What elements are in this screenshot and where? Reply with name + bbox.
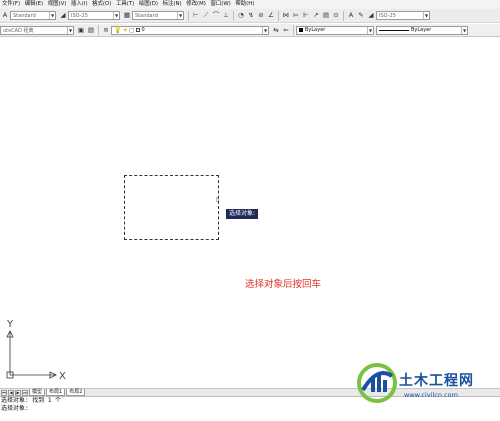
- radius-icon[interactable]: ◔: [237, 12, 245, 20]
- aligned-dimension-icon[interactable]: ⟋: [202, 12, 210, 20]
- menu-format[interactable]: 格式(O): [91, 0, 115, 9]
- text-style-icon[interactable]: A: [1, 12, 9, 20]
- sun-icon: ☀: [122, 26, 128, 34]
- table-style-select[interactable]: Standard ▼: [132, 11, 184, 20]
- chevron-down-icon[interactable]: ▼: [177, 12, 183, 19]
- linear-dimension-icon[interactable]: ⊢: [192, 12, 200, 20]
- workspace-value: utoCAD 经典: [3, 27, 34, 34]
- dim-style-select[interactable]: ISO-25 ▼: [68, 11, 120, 20]
- color-select[interactable]: ByLayer ▼: [296, 25, 374, 35]
- chevron-down-icon[interactable]: ▼: [461, 26, 467, 34]
- linetype-sample: [379, 29, 409, 31]
- menu-view[interactable]: 视图(V): [47, 0, 70, 9]
- quick-dimension-icon[interactable]: ⋈: [282, 12, 290, 20]
- linetype-value: ByLayer: [411, 27, 432, 33]
- dim-style-icon[interactable]: ◢: [59, 12, 67, 20]
- menu-bar: 文件(F) 编辑(E) 视图(V) 插入(I) 格式(O) 工具(T) 绘图(D…: [0, 0, 500, 9]
- tab-layout1[interactable]: 布局1: [46, 389, 66, 396]
- first-tab-icon[interactable]: ⏮: [1, 389, 7, 396]
- menu-window[interactable]: 窗口(W): [209, 0, 234, 9]
- color-swatch: [299, 28, 303, 32]
- toolbar-separator: [343, 10, 344, 21]
- layer-previous-icon[interactable]: ⇐: [282, 26, 290, 34]
- toolbar-separator: [293, 25, 294, 35]
- menu-help[interactable]: 帮助(H): [234, 0, 258, 9]
- menu-draw[interactable]: 绘图(D): [138, 0, 162, 9]
- menu-file[interactable]: 文件(F): [0, 0, 24, 9]
- dim-style-right-value: ISO-25: [379, 12, 396, 19]
- dim-update-icon[interactable]: ◢: [367, 12, 375, 20]
- tolerance-icon[interactable]: ▤: [322, 12, 330, 20]
- tab-layout2[interactable]: 布局2: [66, 389, 86, 396]
- make-current-icon[interactable]: ⇆: [272, 26, 280, 34]
- lock-icon: ▢: [128, 26, 135, 34]
- menu-insert[interactable]: 插入(I): [70, 0, 91, 9]
- workspace-save-icon[interactable]: ▤: [87, 26, 95, 34]
- ucs-icon: Y X: [6, 319, 66, 379]
- chevron-down-icon[interactable]: ▼: [67, 26, 73, 34]
- chevron-down-icon[interactable]: ▼: [423, 12, 429, 19]
- diameter-icon[interactable]: ⊘: [257, 12, 265, 20]
- selected-rectangle[interactable]: [124, 175, 219, 240]
- layer-select[interactable]: 💡 ☀ ▢ 0 ▼: [111, 25, 269, 35]
- qleader-icon[interactable]: ↗: [312, 12, 320, 20]
- workspace-settings-icon[interactable]: ▣: [77, 26, 85, 34]
- linetype-select[interactable]: ByLayer ▼: [376, 25, 468, 35]
- baseline-icon[interactable]: ⊨: [292, 12, 300, 20]
- toolbar-separator: [188, 10, 189, 21]
- styles-toolbar: A Standard ▼ ◢ ISO-25 ▼ ▦ Standard ▼ ⊢ ⟋…: [0, 9, 500, 23]
- toolbar-separator: [233, 10, 234, 21]
- menu-edit[interactable]: 编辑(E): [24, 0, 47, 9]
- menu-modify[interactable]: 修改(M): [185, 0, 209, 9]
- toolbar-separator: [278, 10, 279, 21]
- menu-dimension[interactable]: 标注(N): [162, 0, 186, 9]
- layer-color-swatch: [135, 28, 140, 32]
- watermark-logo-icon: [357, 363, 397, 403]
- workspace-select[interactable]: utoCAD 经典 ▼: [0, 25, 74, 35]
- dynamic-input-tooltip: 选择对象:: [226, 209, 259, 219]
- dim-text-edit-icon[interactable]: ✎: [357, 12, 365, 20]
- layer-manager-icon[interactable]: ≋: [102, 26, 110, 34]
- chevron-down-icon[interactable]: ▼: [113, 12, 119, 19]
- layer-value: 0: [141, 27, 145, 33]
- chevron-down-icon[interactable]: ▼: [262, 26, 268, 34]
- pickbox-cursor-icon: ▯: [216, 196, 220, 203]
- dim-edit-icon[interactable]: A: [347, 12, 355, 20]
- table-style-icon[interactable]: ▦: [123, 12, 131, 20]
- prev-tab-icon[interactable]: ◀: [8, 389, 14, 396]
- ordinate-icon[interactable]: ⊥: [222, 12, 230, 20]
- color-value: ByLayer: [305, 27, 326, 33]
- drawing-area[interactable]: ▯ 选择对象: 选择对象后按回车 Y X: [0, 37, 500, 388]
- axis-x-label: X: [59, 371, 66, 379]
- text-style-select[interactable]: Standard ▼: [10, 11, 56, 20]
- last-tab-icon[interactable]: ⏭: [22, 389, 28, 396]
- watermark: 土木工程网 www.civilcn.com: [352, 356, 500, 421]
- chevron-down-icon[interactable]: ▼: [49, 12, 55, 19]
- layers-toolbar: utoCAD 经典 ▼ ▣ ▤ ≋ 💡 ☀ ▢ 0 ▼ ⇆ ⇐ ByLayer …: [0, 24, 500, 37]
- toolbar-separator: [98, 25, 99, 35]
- instruction-annotation: 选择对象后按回车: [245, 279, 322, 290]
- arc-length-icon[interactable]: ⌒: [212, 12, 220, 20]
- jogged-icon[interactable]: ↯: [247, 12, 255, 20]
- watermark-title: 土木工程网: [399, 373, 474, 389]
- text-style-value: Standard: [13, 12, 36, 19]
- dim-style-value: ISO-25: [71, 12, 88, 19]
- angular-icon[interactable]: ∠: [267, 12, 275, 20]
- dim-style-select-right[interactable]: ISO-25 ▼: [376, 11, 430, 20]
- next-tab-icon[interactable]: ▶: [15, 389, 21, 396]
- continue-icon[interactable]: ⊩: [302, 12, 310, 20]
- axis-y-label: Y: [6, 319, 14, 330]
- table-style-value: Standard: [135, 12, 158, 19]
- chevron-down-icon[interactable]: ▼: [367, 26, 373, 34]
- menu-tools[interactable]: 工具(T): [115, 0, 138, 9]
- lightbulb-icon: 💡: [114, 26, 122, 34]
- watermark-url: www.civilcn.com: [404, 391, 458, 399]
- center-mark-icon[interactable]: ⊙: [332, 12, 340, 20]
- tab-model[interactable]: 模型: [29, 389, 46, 396]
